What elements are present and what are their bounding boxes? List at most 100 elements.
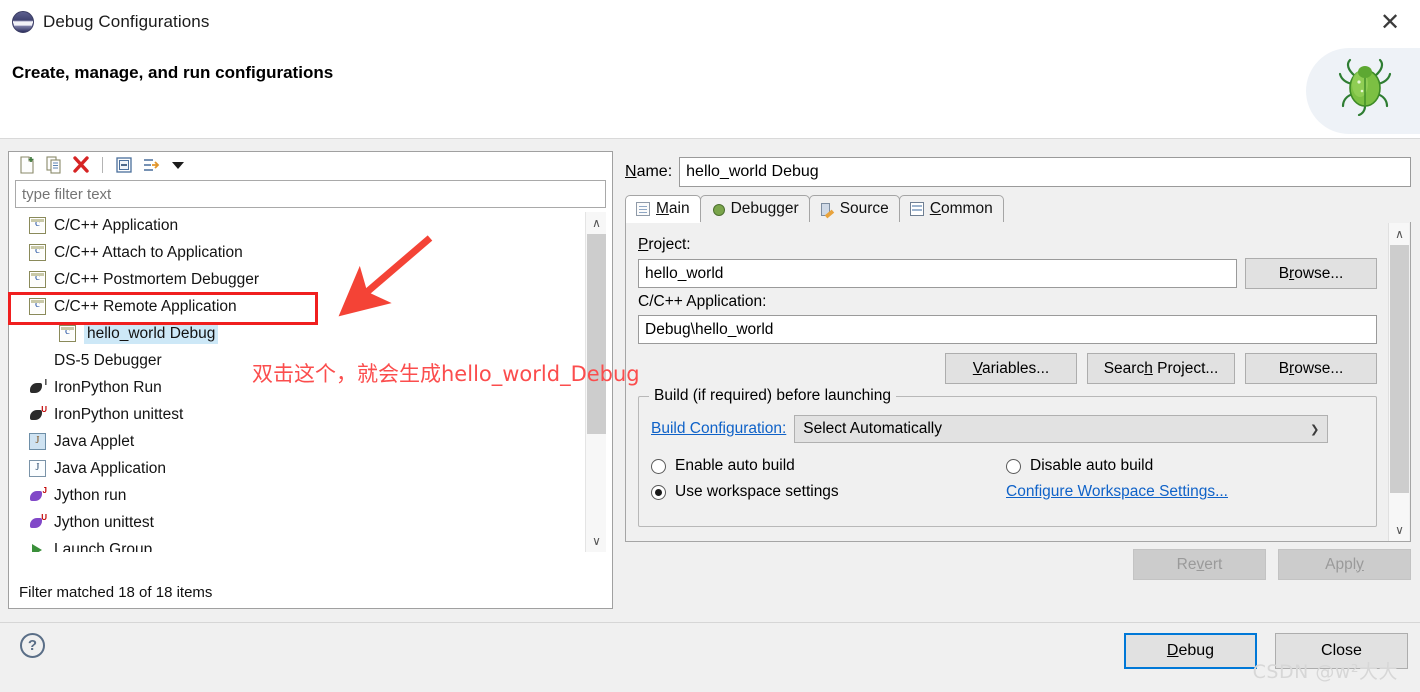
delete-icon[interactable] (71, 155, 91, 175)
new-launch-configuration-icon[interactable] (17, 155, 37, 175)
radio-enable-auto-build[interactable]: Enable auto build (651, 457, 1006, 475)
build-configuration-link[interactable]: Build Configuration: (651, 420, 786, 438)
tab-source[interactable]: Source (808, 195, 900, 222)
tree-item-label: DS-5 Debugger (54, 351, 162, 369)
tree-item-c-c-remote-application[interactable]: ⌄C/C++ Remote Application (15, 293, 606, 320)
build-group-title: Build (if required) before launching (649, 387, 896, 405)
radio-disable-auto-build[interactable]: Disable auto build (1006, 457, 1364, 475)
search-project-label: Search Project... (1103, 359, 1219, 377)
tab-label: Common (929, 200, 993, 217)
title-bar: Debug Configurations ✕ (0, 0, 1420, 44)
annotation-text: 双击这个，就会生成hello_world_Debug (252, 362, 640, 386)
radio-enable-auto-build-label: Enable auto build (675, 457, 795, 474)
main-tab-panel: Project: Browse... C/C++ Application: Va… (625, 222, 1411, 542)
tree-item-c-c-attach-to-application[interactable]: C/C++ Attach to Application (15, 239, 606, 266)
tree-item-label: Java Application (54, 459, 167, 477)
configure-workspace-cell: Configure Workspace Settings... (1006, 483, 1364, 501)
view-menu-chevron-down-icon[interactable] (168, 155, 188, 175)
tree-item-ironpython-unittest[interactable]: U IronPython unittest (15, 401, 606, 428)
name-label: Name: (625, 163, 673, 180)
debug-button[interactable]: Debug (1124, 633, 1257, 669)
filter-input[interactable] (15, 180, 606, 208)
tab-common[interactable]: Common (898, 195, 1004, 222)
apply-label: Apply (1325, 555, 1364, 573)
project-row: Browse... (638, 258, 1377, 289)
tree-item-launch-group[interactable]: Launch Group (15, 536, 606, 552)
apply-button[interactable]: Apply (1278, 549, 1411, 580)
application-button-row: Variables... Search Project... Browse... (638, 353, 1377, 384)
ironpython-unittest-icon: U (29, 405, 47, 423)
variables-button[interactable]: Variables... (945, 353, 1077, 384)
build-options-grid: Enable auto build Disable auto build Use… (651, 457, 1364, 501)
tab-label: Main (656, 200, 690, 217)
common-table-icon (909, 202, 924, 216)
tab-label: Debugger (730, 200, 799, 217)
panel-scrollbar-thumb[interactable] (1390, 245, 1409, 493)
close-icon[interactable]: ✕ (1360, 0, 1420, 44)
tree-item-c-c-postmortem-debugger[interactable]: C/C++ Postmortem Debugger (15, 266, 606, 293)
jython-run-icon: J (29, 486, 47, 504)
tree-item-label: C/C++ Application (54, 216, 179, 234)
duplicate-icon[interactable] (44, 155, 64, 175)
ds5-bug-icon (29, 352, 46, 369)
radio-disable-auto-build-dot (1006, 458, 1021, 474)
tree-item-jython-run[interactable]: J Jython run (15, 482, 606, 509)
footer-separator (0, 622, 1420, 623)
tab-debugger[interactable]: Debugger (699, 195, 810, 222)
project-input[interactable] (638, 259, 1237, 288)
application-input[interactable] (638, 315, 1377, 344)
tree-item-label: Jython run (54, 486, 127, 504)
application-browse-label: Browse... (1278, 359, 1344, 377)
search-project-button[interactable]: Search Project... (1087, 353, 1235, 384)
tree-item-label: Jython unittest (54, 513, 154, 531)
tree-item-java-applet[interactable]: Java Applet (15, 428, 606, 455)
tab-bar[interactable]: Main Debugger Source Common (625, 195, 1411, 223)
application-browse-button[interactable]: Browse... (1245, 353, 1377, 384)
tab-main[interactable]: Main (625, 195, 701, 223)
filter-icon[interactable] (141, 155, 161, 175)
debug-label: Debug (1166, 642, 1215, 659)
panel-scroll-up-icon[interactable]: ∧ (1389, 223, 1410, 245)
java-applet-icon (29, 433, 46, 450)
scroll-up-icon[interactable]: ∧ (586, 212, 606, 234)
banner: Create, manage, and run configurations (0, 44, 1420, 139)
scroll-down-icon[interactable]: ∨ (586, 530, 606, 552)
source-edit-icon (820, 202, 834, 216)
green-bug-icon (1338, 58, 1392, 116)
annotation-arrow-icon (338, 235, 433, 317)
help-question-icon[interactable]: ? (20, 633, 45, 658)
build-configuration-row: Build Configuration: Select Automaticall… (651, 415, 1364, 443)
name-input[interactable] (679, 157, 1411, 187)
tree-item-label: C/C++ Attach to Application (54, 243, 243, 261)
java-application-icon (29, 460, 46, 477)
project-browse-label: Browse... (1278, 264, 1344, 282)
collapse-all-icon[interactable] (114, 155, 134, 175)
dialog-body: C/C++ Application C/C++ Attach to Applica… (0, 139, 1420, 692)
c-app-icon (29, 244, 46, 261)
panel-scroll-down-icon[interactable]: ∨ (1389, 519, 1410, 541)
tree-item-c-c-application[interactable]: C/C++ Application (15, 212, 606, 239)
eclipse-sphere-icon (12, 11, 34, 33)
c-app-icon (29, 271, 46, 288)
build-configuration-combo[interactable]: Select Automatically ❯ (794, 415, 1329, 443)
panel-scrollbar[interactable]: ∧ ∨ (1388, 223, 1409, 541)
banner-heading: Create, manage, and run configurations (12, 63, 334, 82)
tree-scrollbar-thumb[interactable] (587, 234, 606, 434)
c-app-icon (29, 298, 46, 315)
project-label: Project: (638, 236, 691, 253)
tree-item-hello-world-debug[interactable]: hello_world Debug (15, 320, 606, 347)
debugger-bug-icon (711, 202, 725, 216)
tree-item-java-application[interactable]: Java Application (15, 455, 606, 482)
tree-item-label: IronPython Run (54, 378, 162, 396)
radio-disable-auto-build-label: Disable auto build (1030, 457, 1154, 474)
project-browse-button[interactable]: Browse... (1245, 258, 1377, 289)
configure-workspace-settings-link[interactable]: Configure Workspace Settings... (1006, 483, 1228, 500)
variables-label: Variables... (972, 359, 1050, 377)
window-title: Debug Configurations (43, 12, 210, 31)
tab-label: Source (839, 200, 889, 217)
watermark: CSDN @w²大大 (1252, 661, 1398, 683)
radio-use-workspace-settings[interactable]: Use workspace settings (651, 483, 1006, 501)
tree-item-jython-unittest[interactable]: U Jython unittest (15, 509, 606, 536)
revert-apply-row: Revert Apply (625, 549, 1411, 580)
revert-button[interactable]: Revert (1133, 549, 1266, 580)
